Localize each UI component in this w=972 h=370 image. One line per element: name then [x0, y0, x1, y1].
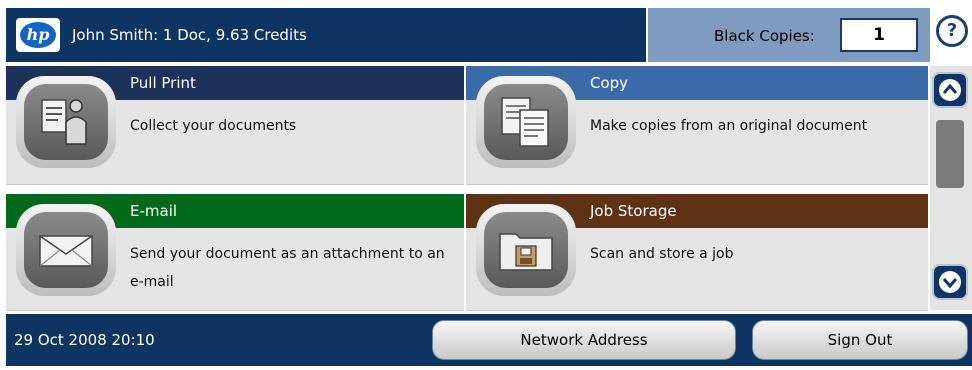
chevron-down-icon — [939, 271, 961, 293]
copy-icon — [476, 76, 576, 168]
scrollbar[interactable] — [930, 66, 972, 310]
tile-description: Send your document as an attachment to a… — [130, 246, 445, 290]
network-address-button[interactable]: Network Address — [432, 320, 736, 360]
tile-description: Collect your documents — [130, 118, 297, 134]
header-bar: hp John Smith: 1 Doc, 9.63 Credits Black… — [0, 0, 972, 64]
copies-label: Black Copies: — [714, 27, 815, 45]
tile-title: Job Storage — [590, 202, 677, 220]
sign-out-button[interactable]: Sign Out — [752, 320, 968, 360]
tile-pull-print[interactable]: Pull Print Collect your documents — [6, 66, 464, 185]
user-info: John Smith: 1 Doc, 9.63 Credits — [72, 26, 307, 44]
job-storage-icon — [476, 204, 576, 296]
user-panel: hp John Smith: 1 Doc, 9.63 Credits — [6, 8, 646, 62]
black-copies-input[interactable]: 1 — [840, 18, 918, 52]
email-icon — [16, 204, 116, 296]
scroll-down-button[interactable] — [932, 264, 968, 300]
chevron-up-icon — [939, 79, 961, 101]
hp-logo-mark: hp — [20, 22, 56, 48]
tile-job-storage[interactable]: Job Storage Scan and store a job — [466, 194, 928, 311]
copies-panel: Black Copies: 1 — [648, 8, 930, 62]
scroll-thumb[interactable] — [936, 120, 964, 188]
tile-copy[interactable]: Copy Make copies from an original docume… — [466, 66, 928, 185]
pull-print-icon — [16, 76, 116, 168]
scroll-up-button[interactable] — [932, 72, 968, 108]
date-time: 29 Oct 2008 20:10 — [14, 331, 155, 349]
hp-logo: hp — [16, 18, 60, 52]
tile-title: Copy — [590, 74, 629, 92]
help-button[interactable]: ? — [936, 15, 968, 47]
tile-title: Pull Print — [130, 74, 196, 92]
tile-description: Make copies from an original document — [590, 118, 868, 134]
footer-bar: 29 Oct 2008 20:10 Network Address Sign O… — [0, 314, 972, 370]
tile-title: E-mail — [130, 202, 178, 220]
tile-email[interactable]: E-mail Send your document as an attachme… — [6, 194, 464, 311]
tile-description: Scan and store a job — [590, 246, 734, 262]
